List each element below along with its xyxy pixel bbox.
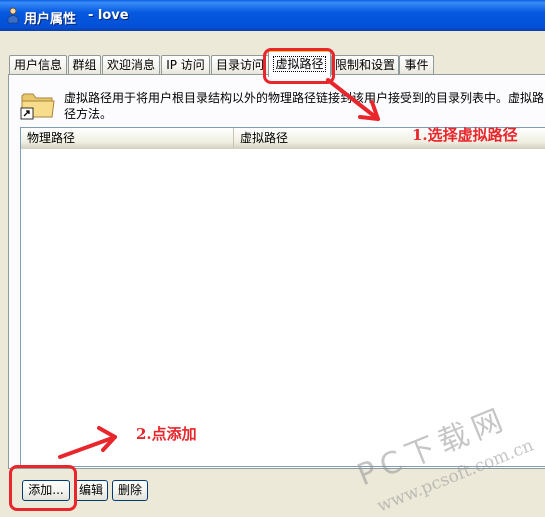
arrow-step2 [58,426,117,459]
arrow-step1 [326,78,380,121]
annotation-step2: 2.点添加 [136,425,197,443]
annotation-step1: 1.选择虚拟路径 [412,126,518,144]
